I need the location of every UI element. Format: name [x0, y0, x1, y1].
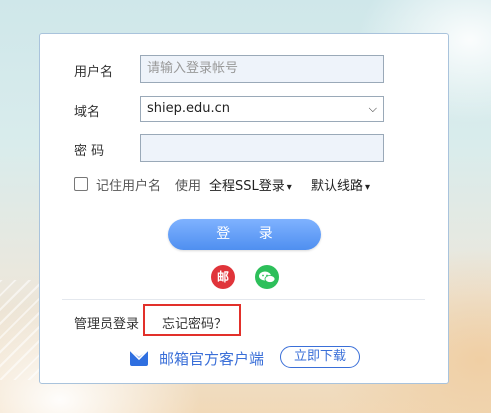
ssl-dropdown[interactable]: 全程SSL登录 ▾ [209, 175, 292, 194]
username-label: 用户名 [74, 65, 114, 80]
admin-login-link[interactable]: 管理员登录 [74, 313, 139, 332]
password-input[interactable] [140, 134, 384, 162]
domain-value: shiep.edu.cn [147, 101, 231, 116]
password-label: 密 码 [74, 144, 105, 159]
domain-select[interactable]: shiep.edu.cn ⌵ [140, 96, 384, 122]
domain-label: 域名 [74, 105, 101, 120]
login-panel: 用户名 请输入登录帐号 域名 shiep.edu.cn ⌵ 密 码 记住用户名 … [39, 33, 449, 384]
wechat-bubbles-icon [259, 271, 275, 283]
wechat-icon[interactable] [255, 265, 279, 289]
remember-checkbox[interactable] [74, 177, 88, 191]
remember-label: 记住用户名 [96, 179, 162, 194]
mail-client-icon [129, 349, 149, 366]
chevron-down-icon: ⌵ [368, 102, 377, 115]
divider [62, 299, 425, 300]
ssl-option-label: 全程SSL登录 [209, 179, 285, 194]
use-label: 使用 [175, 179, 202, 194]
client-label[interactable]: 邮箱官方客户端 [159, 348, 264, 369]
line-option-label: 默认线路 [311, 179, 364, 194]
forgot-password-link[interactable]: 忘记密码？ [162, 313, 227, 332]
chevron-down-icon: ▾ [365, 182, 371, 193]
line-dropdown[interactable]: 默认线路 ▾ [311, 175, 370, 194]
background-decoration [0, 280, 40, 380]
chevron-down-icon: ▾ [286, 182, 292, 193]
username-placeholder: 请输入登录帐号 [147, 61, 239, 76]
download-button[interactable]: 立即下载 [280, 346, 360, 368]
username-input[interactable]: 请输入登录帐号 [140, 55, 384, 83]
mail-app-icon[interactable]: 邮 [211, 265, 235, 289]
mail-icon-glyph: 邮 [216, 270, 229, 284]
login-button[interactable]: 登 录 [168, 219, 321, 250]
